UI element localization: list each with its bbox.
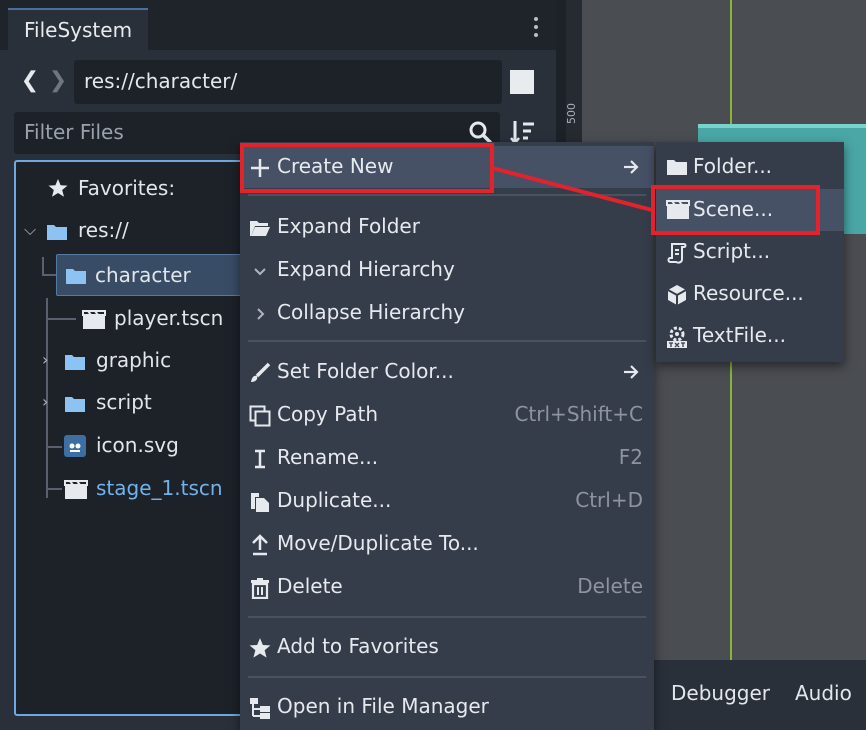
forward-arrow-icon[interactable]: ❯ xyxy=(46,66,70,96)
folder-open-icon xyxy=(249,217,271,239)
menu-item-collapse-hierarchy[interactable]: Collapse Hierarchy xyxy=(240,292,654,334)
chevron-down-icon[interactable]: ⌵ xyxy=(24,220,36,240)
menu-item-add-to-favorites[interactable]: Add to Favorites xyxy=(240,626,654,668)
menu-separator xyxy=(248,676,646,678)
rename-icon xyxy=(249,448,271,470)
godot-icon xyxy=(64,435,86,462)
chevron-right-icon xyxy=(249,303,271,325)
tree-label-res: res:// xyxy=(78,218,129,242)
menu-separator xyxy=(248,340,646,342)
duplicate-icon xyxy=(249,491,271,513)
chevron-down-icon xyxy=(249,260,271,282)
menu-separator xyxy=(248,616,646,618)
menu-item-delete[interactable]: Delete Delete xyxy=(240,566,654,608)
context-menu: Create New Expand Folder Expand Hierarch… xyxy=(240,142,654,730)
star-icon xyxy=(249,637,271,659)
audio-tab-button[interactable]: Audio xyxy=(795,681,852,705)
menu-item-duplicate[interactable]: Duplicate... Ctrl+D xyxy=(240,480,654,522)
submenu-item-script[interactable]: Script... xyxy=(656,231,844,273)
tree-label-stage: stage_1.tscn xyxy=(96,476,223,500)
menu-item-move-duplicate[interactable]: Move/Duplicate To... xyxy=(240,523,654,565)
back-arrow-icon[interactable]: ❮ xyxy=(18,66,42,96)
dock-menu-icon[interactable] xyxy=(528,14,544,44)
move-icon xyxy=(249,534,271,556)
annotation-highlight-scene xyxy=(651,185,820,235)
copy-icon xyxy=(249,405,271,427)
star-icon xyxy=(48,178,68,203)
trash-icon xyxy=(249,577,271,600)
layout-toggle-button[interactable] xyxy=(510,70,534,94)
menu-item-rename[interactable]: Rename... F2 xyxy=(240,437,654,479)
scene-icon xyxy=(82,310,106,335)
chevron-right-icon[interactable]: › xyxy=(42,392,48,411)
create-new-submenu: Folder... Scene... Script... Resource...… xyxy=(656,142,844,362)
tree-label-character: character xyxy=(95,263,191,287)
menu-item-open-file-manager[interactable]: Open in File Manager xyxy=(240,686,654,728)
script-icon xyxy=(666,242,688,264)
tree-label-favorites: Favorites: xyxy=(78,176,176,200)
folder-icon xyxy=(64,352,86,376)
chevron-right-icon[interactable]: › xyxy=(42,350,48,369)
folder-icon xyxy=(65,266,87,290)
submenu-arrow-icon xyxy=(622,156,640,178)
scene-icon xyxy=(64,480,88,505)
tree-label-graphic: graphic xyxy=(96,348,172,372)
brush-icon xyxy=(249,362,271,384)
file-manager-icon xyxy=(249,697,271,719)
debugger-tab-button[interactable]: Debugger xyxy=(671,681,770,705)
annotation-highlight-create-new xyxy=(240,143,494,193)
menu-separator xyxy=(248,194,646,196)
folder-icon xyxy=(64,394,86,418)
textfile-icon xyxy=(666,326,688,348)
tab-filesystem-label: FileSystem xyxy=(24,18,133,42)
menu-item-set-folder-color[interactable]: Set Folder Color... xyxy=(240,351,654,393)
menu-item-expand-hierarchy[interactable]: Expand Hierarchy xyxy=(240,249,654,291)
ruler-tick-label: 500 xyxy=(565,103,578,124)
folder-icon xyxy=(666,157,688,179)
submenu-item-folder[interactable]: Folder... xyxy=(656,146,844,188)
submenu-arrow-icon xyxy=(622,361,640,383)
tree-label-player: player.tscn xyxy=(114,306,224,330)
tree-row-character[interactable]: character xyxy=(56,254,256,296)
tree-label-script: script xyxy=(96,390,152,414)
submenu-item-resource[interactable]: Resource... xyxy=(656,273,844,315)
submenu-item-textfile[interactable]: TextFile... xyxy=(656,315,844,357)
resource-icon xyxy=(666,284,688,306)
tree-label-icon-svg: icon.svg xyxy=(96,433,179,457)
path-field[interactable]: res://character/ xyxy=(74,60,502,104)
tab-filesystem[interactable]: FileSystem xyxy=(8,8,148,50)
folder-icon xyxy=(46,222,68,246)
menu-item-copy-path[interactable]: Copy Path Ctrl+Shift+C xyxy=(240,394,654,436)
menu-item-expand-folder[interactable]: Expand Folder xyxy=(240,206,654,248)
